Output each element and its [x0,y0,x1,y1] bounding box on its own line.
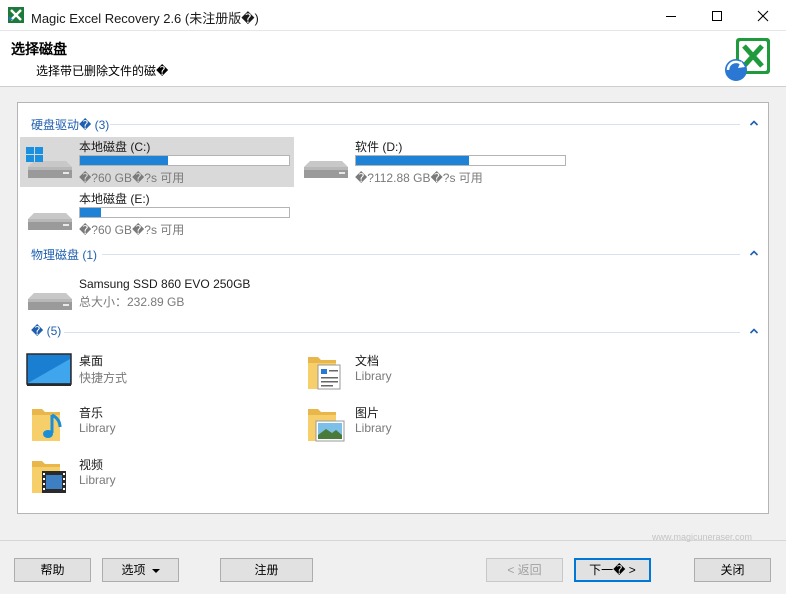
group-hard-drives[interactable]: 硬盘驱动� (3) [18,115,768,133]
folder-name: 音乐 [79,406,104,420]
usage-fill [80,156,168,165]
options-button[interactable]: 选项 [102,558,179,582]
hard-drive-icon [28,293,72,310]
disk-size: 总大小：232.89 GB [79,295,185,309]
group-divider [64,332,740,333]
wizard-header: 选择磁盘 选择带已删除文件的磁� [0,31,786,87]
minimize-button[interactable] [648,0,694,31]
disk-list-panel: 硬盘驱动� (3) 本地磁盘 (C:) �?60 GB�?s 可用 软件 (D:… [17,102,769,514]
folder-type: Library [79,421,116,435]
drive-name: 软件 (D:) [355,140,403,154]
next-button[interactable]: 下一� > [574,558,651,582]
hard-drive-icon [304,161,348,178]
folder-documents[interactable]: 文档 Library [296,349,570,395]
help-button[interactable]: 帮助 [14,558,91,582]
windows-drive-icon [26,147,72,178]
folder-name: 桌面 [79,354,104,368]
hard-drive-icon [28,213,72,230]
group-folders[interactable]: � (5) [18,323,768,341]
folder-type: Library [355,369,392,383]
documents-folder-icon [308,357,341,390]
group-physical-disks[interactable]: 物理磁盘 (1) [18,245,768,263]
group-label: � (5) [31,324,62,338]
page-subtitle: 选择带已删除文件的磁� [36,64,169,78]
folder-pictures[interactable]: 图片 Library [296,401,570,447]
collapse-icon[interactable] [748,325,760,337]
folder-name: 文档 [355,354,380,368]
window-title: Magic Excel Recovery 2.6 (未注册版�) [31,11,259,26]
excel-recovery-logo [725,38,770,81]
register-button[interactable]: 注册 [220,558,313,582]
disk-name: Samsung SSD 860 EVO 250GB [79,277,251,291]
collapse-icon[interactable] [748,117,760,129]
page-title: 选择磁盘 [11,41,67,57]
folder-type: Library [355,421,392,435]
folder-type: Library [79,473,116,487]
folder-desktop[interactable]: 桌面 快捷方式 [20,349,294,395]
music-folder-icon [32,409,62,441]
maximize-icon [712,10,722,21]
drive-usage-bar [355,155,566,166]
group-divider [110,124,740,125]
drive-d[interactable]: 软件 (D:) �?112.88 GB�?s 可用 [296,137,570,187]
drive-free-space: �?60 GB�?s 可用 [79,171,185,185]
group-divider [102,254,740,255]
close-button[interactable]: 关闭 [694,558,771,582]
maximize-button[interactable] [694,0,740,31]
options-label: 选项 [121,563,146,577]
app-icon [8,7,24,23]
drive-name: 本地磁盘 (C:) [79,140,151,154]
close-window-button[interactable] [740,0,786,31]
folder-type: 快捷方式 [79,371,128,385]
pictures-folder-icon [308,409,345,442]
dropdown-caret-icon [151,568,160,573]
back-button[interactable]: < 返回 [486,558,563,582]
drive-usage-bar [79,207,290,218]
drive-c[interactable]: 本地磁盘 (C:) �?60 GB�?s 可用 [20,137,294,187]
drive-e[interactable]: 本地磁盘 (E:) �?60 GB�?s 可用 [20,189,294,239]
folder-music[interactable]: 音乐 Library [20,401,294,447]
watermark: www.magicuneraser.com [652,532,753,542]
drive-usage-bar [79,155,290,166]
drive-free-space: �?112.88 GB�?s 可用 [355,171,483,185]
collapse-icon[interactable] [748,247,760,259]
folder-name: 视频 [79,458,104,472]
drive-free-space: �?60 GB�?s 可用 [79,223,185,237]
videos-folder-icon [32,461,66,493]
minimize-icon [666,15,676,17]
folder-videos[interactable]: 视频 Library [20,453,294,499]
desktop-icon [26,353,72,386]
drive-name: 本地磁盘 (E:) [79,192,150,206]
folder-name: 图片 [355,406,380,420]
usage-fill [80,208,101,217]
physical-disk-samsung[interactable]: Samsung SSD 860 EVO 250GB 总大小：232.89 GB [20,275,294,315]
group-label: 物理磁盘 (1) [31,248,98,262]
close-icon [757,10,769,21]
usage-fill [356,156,469,165]
group-label: 硬盘驱动� (3) [31,118,110,132]
title-bar: Magic Excel Recovery 2.6 (未注册版�) [0,0,786,31]
